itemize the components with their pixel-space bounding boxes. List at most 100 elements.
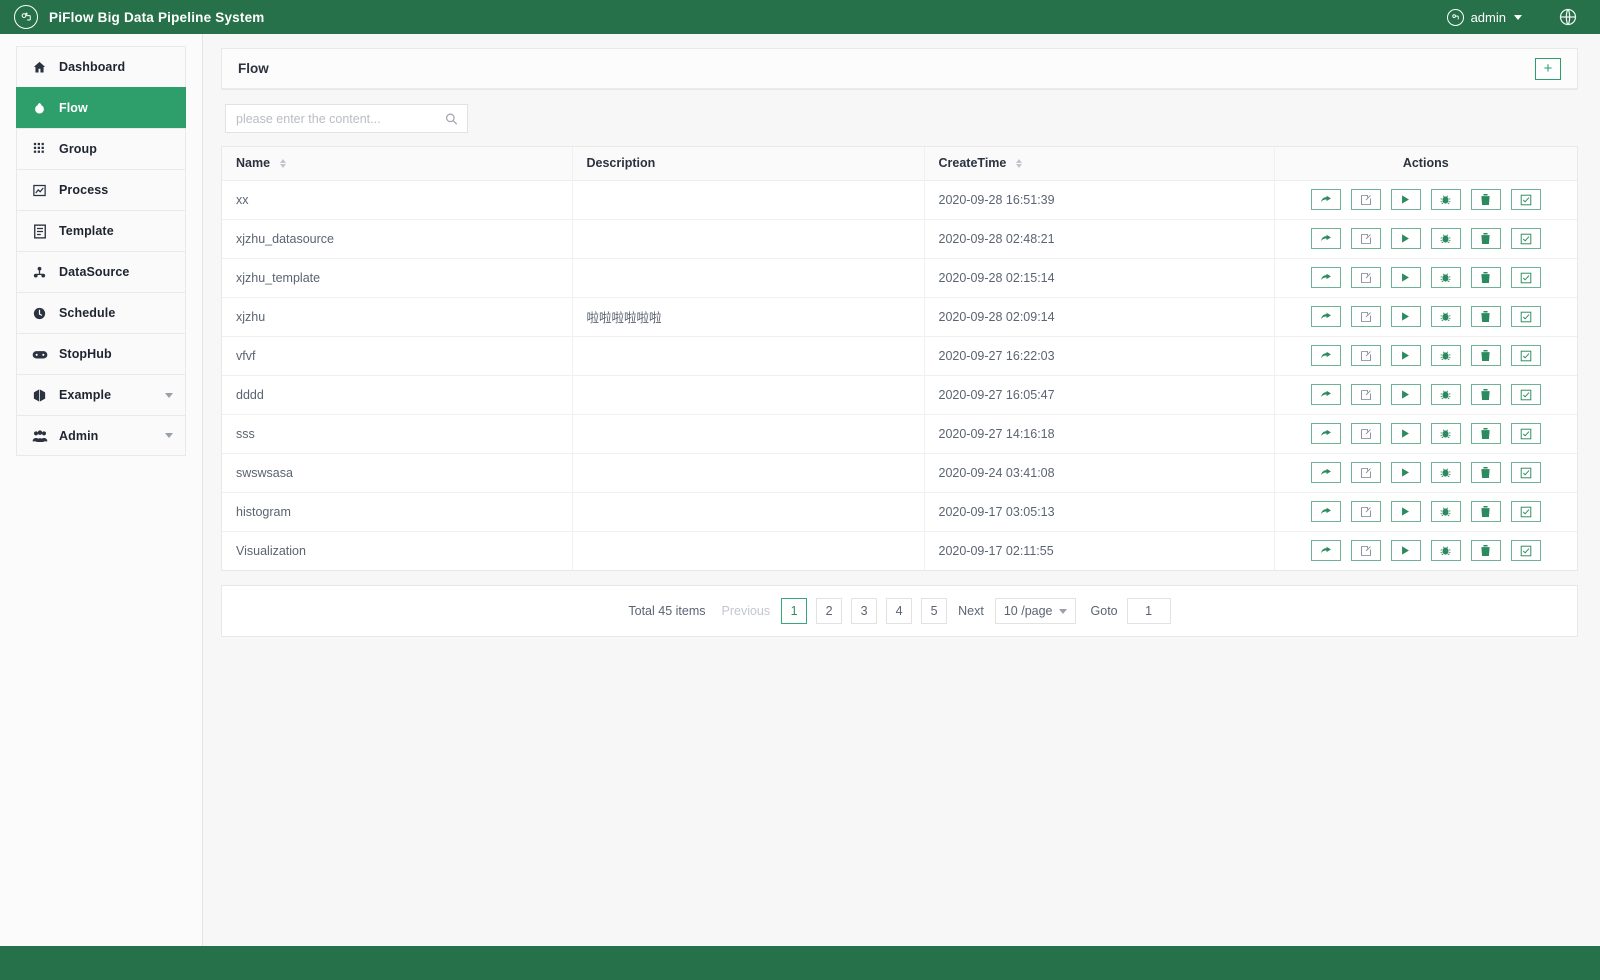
table-row[interactable]: sss 2020-09-27 14:16:18 [222,414,1577,454]
table-row[interactable]: dddd 2020-09-27 16:05:47 [222,375,1577,415]
action-share-button[interactable] [1310,384,1341,405]
globe-icon[interactable] [1558,7,1578,27]
pagination-page-5[interactable]: 5 [921,598,948,624]
pagination-page-4[interactable]: 4 [886,598,913,624]
action-run-button[interactable] [1390,423,1421,444]
action-select-button[interactable] [1510,306,1541,327]
chevron-down-icon[interactable] [165,433,173,438]
action-edit-button[interactable] [1350,423,1381,444]
action-delete-button[interactable] [1470,228,1501,249]
pagination-goto-input[interactable] [1126,598,1171,624]
table-row[interactable]: xjzhu_template 2020-09-28 02:15:14 [222,258,1577,298]
table-row[interactable]: swswsasa 2020-09-24 03:41:08 [222,453,1577,493]
action-share-button[interactable] [1310,228,1341,249]
action-share-button[interactable] [1310,462,1341,483]
action-select-button[interactable] [1510,384,1541,405]
action-run-button[interactable] [1390,501,1421,522]
action-select-button[interactable] [1510,267,1541,288]
sidebar-item-process[interactable]: Process [16,169,186,210]
sidebar-item-datasource[interactable]: DataSource [16,251,186,292]
column-header-name[interactable]: Name [222,147,573,181]
action-edit-button[interactable] [1350,345,1381,366]
action-debug-button[interactable] [1430,306,1461,327]
table-row[interactable]: Visualization 2020-09-17 02:11:55 [222,531,1577,570]
action-share-button[interactable] [1310,501,1341,522]
sidebar-item-template[interactable]: Template [16,210,186,251]
sidebar-item-group[interactable]: Group [16,128,186,169]
action-select-button[interactable] [1510,423,1541,444]
sidebar-item-schedule[interactable]: Schedule [16,292,186,333]
action-edit-button[interactable] [1350,462,1381,483]
action-run-button[interactable] [1390,540,1421,562]
action-select-button[interactable] [1510,540,1541,562]
sidebar-item-flow[interactable]: Flow [16,87,186,128]
action-share-button[interactable] [1310,540,1341,562]
table-row[interactable]: xx 2020-09-28 16:51:39 [222,180,1577,220]
action-delete-button[interactable] [1470,189,1501,210]
action-debug-button[interactable] [1430,540,1461,562]
action-run-button[interactable] [1390,384,1421,405]
action-select-button[interactable] [1510,228,1541,249]
search-icon[interactable] [445,112,458,125]
add-flow-button[interactable]: + [1535,57,1561,80]
action-select-button[interactable] [1510,189,1541,210]
table-row[interactable]: histogram 2020-09-17 03:05:13 [222,492,1577,532]
action-delete-button[interactable] [1470,540,1501,562]
action-delete-button[interactable] [1470,501,1501,522]
action-delete-button[interactable] [1470,384,1501,405]
action-delete-button[interactable] [1470,267,1501,288]
action-delete-button[interactable] [1470,345,1501,366]
action-delete-button[interactable] [1470,306,1501,327]
table-row[interactable]: xjzhu_datasource 2020-09-28 02:48:21 [222,219,1577,259]
action-edit-button[interactable] [1350,501,1381,522]
action-run-button[interactable] [1390,462,1421,483]
action-run-button[interactable] [1390,228,1421,249]
action-delete-button[interactable] [1470,462,1501,483]
action-share-button[interactable] [1310,306,1341,327]
action-debug-button[interactable] [1430,189,1461,210]
pagination-next-button[interactable]: Next [956,604,986,618]
action-run-button[interactable] [1390,345,1421,366]
action-select-button[interactable] [1510,501,1541,522]
action-delete-button[interactable] [1470,423,1501,444]
sidebar-item-example[interactable]: Example [16,374,186,415]
pagination-page-2[interactable]: 2 [816,598,843,624]
sidebar-item-stophub[interactable]: StopHub [16,333,186,374]
sidebar-item-dashboard[interactable]: Dashboard [16,46,186,87]
chevron-down-icon[interactable] [165,392,173,398]
pagination-page-1[interactable]: 1 [781,598,808,624]
table-row[interactable]: xjzhu 啦啦啦啦啦啦 2020-09-28 02:09:14 [222,297,1577,337]
user-menu[interactable]: admin [1446,8,1522,26]
action-run-button[interactable] [1390,267,1421,288]
action-run-button[interactable] [1390,306,1421,327]
sort-icon-name[interactable] [279,159,286,169]
action-edit-button[interactable] [1350,540,1381,562]
pagination-page-3[interactable]: 3 [851,598,878,624]
action-edit-button[interactable] [1350,267,1381,288]
action-debug-button[interactable] [1430,228,1461,249]
action-debug-button[interactable] [1430,462,1461,483]
action-run-button[interactable] [1390,189,1421,210]
action-share-button[interactable] [1310,189,1341,210]
pagination-previous-button[interactable]: Previous [720,604,773,618]
action-debug-button[interactable] [1430,345,1461,366]
action-debug-button[interactable] [1430,501,1461,522]
table-row[interactable]: vfvf 2020-09-27 16:22:03 [222,336,1577,376]
action-debug-button[interactable] [1430,384,1461,405]
action-edit-button[interactable] [1350,228,1381,249]
action-select-button[interactable] [1510,345,1541,366]
action-share-button[interactable] [1310,267,1341,288]
action-edit-button[interactable] [1350,189,1381,210]
sidebar-item-admin[interactable]: Admin [16,415,186,456]
action-debug-button[interactable] [1430,267,1461,288]
search-input[interactable] [226,105,467,132]
action-edit-button[interactable] [1350,306,1381,327]
column-header-createtime[interactable]: CreateTime [924,147,1275,181]
action-share-button[interactable] [1310,345,1341,366]
sort-icon-createtime[interactable] [1015,159,1022,169]
page-size-select[interactable]: 10 /page [994,598,1076,624]
action-share-button[interactable] [1310,423,1341,444]
action-edit-button[interactable] [1350,384,1381,405]
action-debug-button[interactable] [1430,423,1461,444]
action-select-button[interactable] [1510,462,1541,483]
